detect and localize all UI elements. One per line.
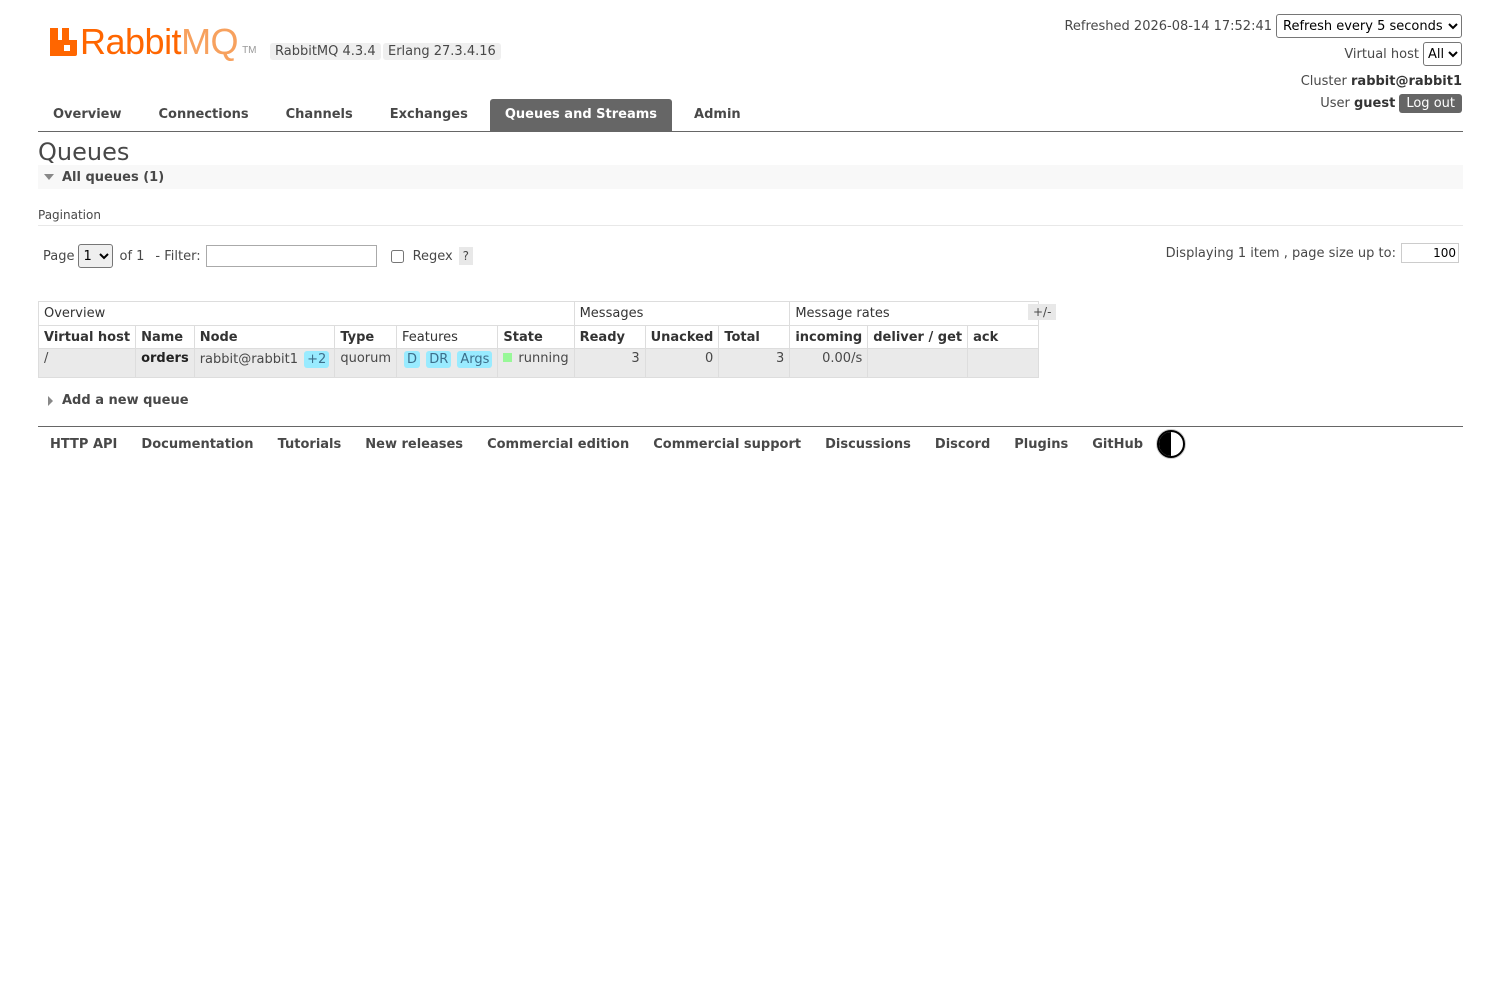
group-messages: Messages [573,301,791,326]
cell-node: rabbit@rabbit1 +2 [193,348,336,378]
table-row[interactable]: / orders rabbit@rabbit1 +2 quorum D DR A… [37,348,1040,378]
expand-triangle-icon [48,395,53,406]
queue-name-link[interactable]: orders [135,348,195,378]
tab-channels[interactable]: Channels [271,99,368,131]
logo-text: RabbitMQ [80,21,239,62]
cell-state: running [497,348,575,378]
add-queue-label: Add a new queue [62,393,189,408]
table-column-header: Virtual host Name Node Type Features Sta… [37,325,1040,349]
col-type[interactable]: Type [334,325,398,349]
cell-unacked: 0 [644,348,720,378]
col-ready[interactable]: Ready [573,325,646,349]
page-title: Queues [38,138,130,166]
tab-overview[interactable]: Overview [38,99,137,131]
display-info: Displaying 1 item , page size up to: [1166,242,1459,264]
feature-dr-badge: DR [426,351,452,368]
filter-input[interactable] [205,245,377,267]
footer-link-commercial-edition[interactable]: Commercial edition [487,437,629,452]
col-incoming[interactable]: incoming [789,325,869,349]
cell-type: quorum [334,348,398,378]
main-nav-tabs: Overview Connections Channels Exchanges … [38,99,1463,132]
footer-link-tutorials[interactable]: Tutorials [278,437,342,452]
queues-table: Overview Messages Message rates Virtual … [37,301,1040,378]
col-node[interactable]: Node [193,325,336,349]
regex-help-icon[interactable]: ? [458,247,473,265]
group-overview: Overview [38,301,575,326]
cell-features: D DR Args [396,348,499,378]
page-label: Page [43,248,75,264]
cell-ready: 3 [573,348,646,378]
footer-link-github[interactable]: GitHub [1092,437,1143,452]
feature-durable-badge: D [404,351,421,368]
footer-link-http-api[interactable]: HTTP API [50,437,117,452]
all-queues-label: All queues (1) [62,169,165,185]
col-features: Features [396,325,499,349]
col-virtual-host[interactable]: Virtual host [37,325,137,349]
display-count-text: Displaying 1 item , page size up to: [1165,245,1396,261]
rabbitmq-logo[interactable]: RabbitMQ TM [50,21,257,62]
cell-deliver-get [867,348,969,378]
page-select[interactable]: 1 [78,244,114,268]
columns-toggle-button[interactable]: +/- [1028,304,1057,320]
regex-label: Regex [412,248,453,264]
cell-incoming: 0.00/s [789,348,869,378]
cluster-label: Cluster [1300,73,1347,89]
vhost-label: Virtual host [1344,46,1419,62]
page-size-input[interactable] [1401,243,1459,263]
node-name: rabbit@rabbit1 [199,352,299,367]
erlang-version-badge: Erlang 27.3.4.16 [383,43,501,60]
contrast-icon[interactable] [1157,430,1186,458]
footer-link-discord[interactable]: Discord [935,437,990,452]
rabbitmq-version-badge: RabbitMQ 4.3.4 [270,43,381,60]
footer: HTTP API Documentation Tutorials New rel… [38,426,1463,461]
col-state[interactable]: State [497,325,575,349]
tab-connections[interactable]: Connections [144,99,264,131]
node-replicas-badge: +2 [304,351,330,368]
col-total[interactable]: Total [718,325,791,349]
cell-total: 3 [718,348,791,378]
pagination-controls: Page 1 of 1 - Filter: Regex ? [43,244,473,268]
group-message-rates: Message rates [789,301,1040,326]
footer-link-discussions[interactable]: Discussions [825,437,911,452]
refreshed-timestamp: Refreshed 2026-08-14 17:52:41 [1064,18,1272,34]
page-of-label: of 1 [119,248,145,264]
filter-label: - Filter: [155,248,201,264]
footer-link-new-releases[interactable]: New releases [365,437,463,452]
collapse-triangle-icon [44,174,54,180]
logo-trademark: TM [242,45,257,56]
vhost-select[interactable]: All [1423,42,1462,66]
cell-ack [967,348,1040,378]
cell-vhost: / [37,348,137,378]
regex-checkbox[interactable] [390,249,404,263]
refresh-interval-select[interactable]: Refresh every 5 seconds [1276,14,1462,38]
footer-link-documentation[interactable]: Documentation [141,437,253,452]
cluster-name: rabbit@rabbit1 [1351,73,1462,89]
tab-admin[interactable]: Admin [679,99,756,131]
tab-exchanges[interactable]: Exchanges [375,99,483,131]
col-name[interactable]: Name [135,325,195,349]
footer-link-commercial-support[interactable]: Commercial support [653,437,801,452]
col-ack[interactable]: ack [967,325,1040,349]
all-queues-section-toggle[interactable]: All queues (1) [38,165,1463,189]
tab-queues-and-streams[interactable]: Queues and Streams [489,99,673,131]
running-status-icon [503,353,513,362]
state-text: running [518,351,569,366]
pagination-heading: Pagination [38,208,101,222]
page: RabbitMQ TM RabbitMQ 4.3.4 Erlang 27.3.4… [0,0,1500,1000]
footer-link-plugins[interactable]: Plugins [1014,437,1068,452]
col-unacked[interactable]: Unacked [644,325,720,349]
pagination-divider [38,225,1463,226]
feature-args-badge: Args [457,351,493,368]
add-queue-section-toggle[interactable]: Add a new queue [48,393,189,408]
table-group-header: Overview Messages Message rates [38,301,1040,326]
col-deliver-get[interactable]: deliver / get [867,325,969,349]
rabbitmq-logo-icon [50,28,77,56]
